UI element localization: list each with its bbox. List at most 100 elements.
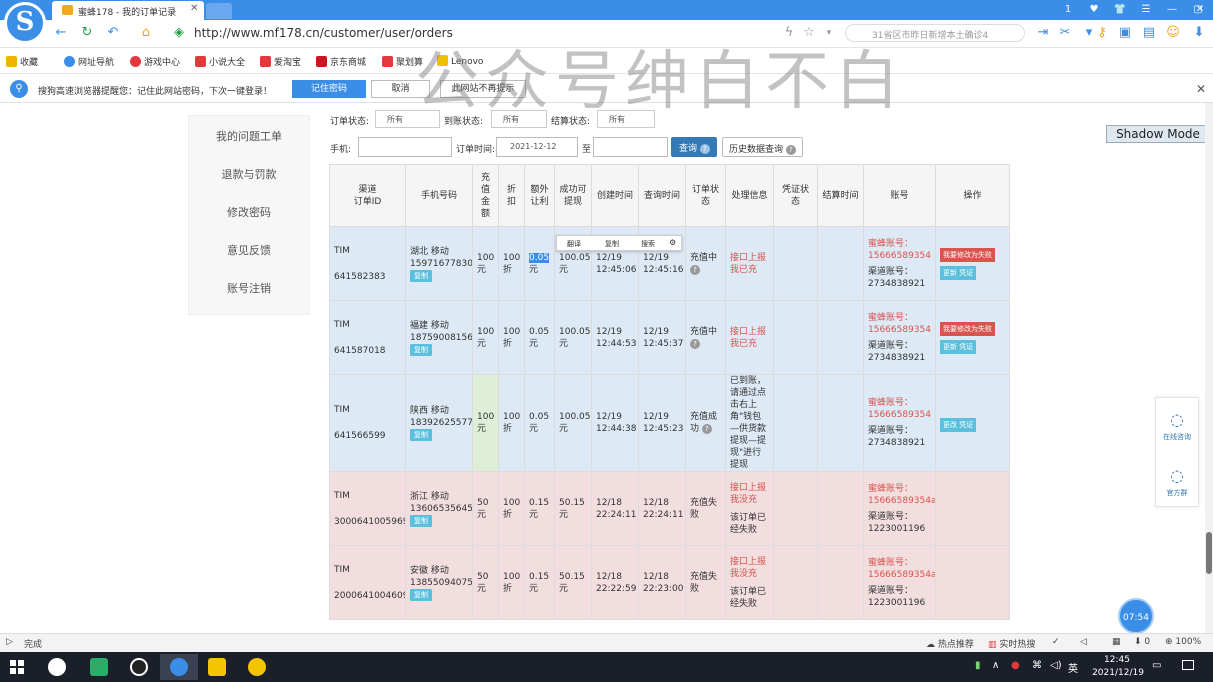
skin-icon[interactable]: 👕 [1107,0,1133,20]
query-button[interactable]: 查询 ? [671,137,717,157]
login-icon[interactable]: ⇥ [1034,24,1052,42]
translate-button[interactable]: 翻译 [567,239,581,249]
column-header: 订单状态 [685,164,726,227]
search-button[interactable]: 搜索 [641,239,655,249]
settle-cell [817,374,864,472]
region: 浙江 移动 [410,491,449,502]
taskbar-app-assistant[interactable] [38,654,76,680]
online-consult-link[interactable]: 在线咨询 [1155,432,1199,442]
history-query-button[interactable]: 历史数据查询 ? [722,137,803,157]
taskbar-app-sogou-browser[interactable] [160,654,198,680]
taskbar-time[interactable]: 12:45 [1097,655,1137,665]
voucher-cell [773,300,818,375]
copy-button[interactable]: 复制 [410,514,432,527]
windows-start-icon[interactable] [10,660,24,674]
tab-close-icon[interactable]: ✕ [190,3,198,14]
refresh-icon[interactable]: ↻ [78,24,96,42]
bookmark-jd[interactable]: 京东商城 [316,55,366,68]
channel-cell: TIM 641566599 [329,374,406,472]
hot-recommend-link[interactable]: ☁ 热点推荐 [926,637,974,650]
zoom-level[interactable]: ⊕ 100% [1165,637,1201,647]
time-from-input[interactable]: 2021-12-12 [496,137,578,157]
mark-failed-button[interactable]: 我要修改为失败 [940,247,995,262]
copy-button[interactable]: 复制 [410,429,432,441]
bookmark-nav[interactable]: 网址导航 [64,55,114,68]
menu-icon[interactable]: ☰ [1133,0,1159,20]
extension-icon[interactable]: ▣ [1116,24,1134,42]
show-desktop-icon[interactable] [1182,660,1194,670]
tab-active[interactable]: 蜜蜂178 - 我的订单记录 [52,1,204,20]
sound-icon[interactable]: ◁ [1080,637,1087,647]
new-tab-button[interactable] [206,3,232,19]
download-icon[interactable]: ⬇ [1190,24,1208,42]
globe-icon [64,56,75,67]
help-icon[interactable]: ? [690,264,700,275]
queried-cell: 12/18 22:24:11 [638,471,686,546]
key-icon[interactable]: ⚷ [1093,24,1111,42]
copy-button[interactable]: 复制 [410,343,432,356]
taskbar-app-player[interactable] [238,654,276,680]
bookmark-games[interactable]: 游戏中心 [130,55,180,68]
update-voucher-button[interactable]: 更新 凭证 [940,265,977,280]
check-icon[interactable]: ✓ [1052,637,1060,647]
sidebar-item-password[interactable]: 修改密码 [188,204,310,220]
mark-failed-button[interactable]: 我要修改为失败 [940,321,995,336]
sidebar-item-cancel-account[interactable]: 账号注销 [188,280,310,296]
address-bar[interactable]: http://www.mf178.cn/customer/user/orders [194,26,453,40]
live-hot-link[interactable]: ▥ 实时热搜 [988,637,1035,650]
undo-icon[interactable]: ↶ [104,24,122,42]
close-icon[interactable]: ✕ [1196,82,1206,96]
bookmark-novels[interactable]: 小说大全 [195,55,245,68]
update-voucher-button[interactable]: 更改 凭证 [940,418,977,432]
chat-icon[interactable]: ◌ [1155,410,1199,429]
taskbar-app-wechat[interactable] [80,654,118,680]
sogou-logo-icon[interactable]: S [4,2,46,44]
help-icon[interactable]: ? [701,424,712,434]
sidebar-item-refund[interactable]: 退款与罚款 [188,166,310,182]
save-password-button[interactable]: 记住密码 [292,80,366,98]
clock-badge[interactable]: 07:54 [1118,598,1154,634]
gear-icon[interactable]: ⚙ [669,238,676,247]
update-voucher-button[interactable]: 更新 凭证 [940,339,977,354]
sidebar-item-feedback[interactable]: 意见反馈 [188,242,310,258]
back-icon[interactable]: ← [52,24,70,42]
bookmark-taobao[interactable]: 爱淘宝 [260,55,301,68]
created-cell: 12/18 22:22:59 [591,545,639,620]
official-group-link[interactable]: 官方群 [1155,488,1199,498]
phone-input[interactable] [358,137,452,157]
print-icon[interactable]: ▦ [1112,637,1121,647]
copy-button[interactable]: 复制 [410,588,432,601]
group-icon[interactable]: ◌ [1155,466,1199,485]
notification-icon[interactable]: ▭ [1152,660,1161,671]
taskbar-app-qq[interactable] [120,654,158,680]
copy-button[interactable]: 复制 [605,239,619,249]
cut-icon[interactable]: ✂ [1056,24,1074,42]
home-icon[interactable]: ⌂ [137,24,155,42]
network-icon[interactable]: ⌘ [1032,660,1042,671]
close-button[interactable]: ✕ [1187,0,1213,20]
volume-icon[interactable]: ◁) [1050,660,1062,671]
time-to-input[interactable] [593,137,668,157]
bookmark-favorites[interactable]: 收藏 [6,55,38,68]
download-count[interactable]: ⬇ 0 [1134,637,1150,647]
help-icon[interactable]: ? [690,338,700,349]
table-row: TIM 641587018 福建 移动 18759008156 复制 100元 100折 0.… [329,300,1010,375]
tray-app-icon[interactable]: ● [1011,660,1020,671]
heart-icon[interactable]: ♥ [1081,0,1107,20]
bee-account-label: 蜜蜂账号： [868,483,914,494]
smile-icon[interactable]: ☺ [1164,24,1182,42]
screenshot-icon[interactable]: ▤ [1140,24,1158,42]
sidebar-item-tickets[interactable]: 我的问题工单 [188,128,310,144]
minimize-button[interactable]: — [1159,0,1185,20]
shadow-mode-badge[interactable]: Shadow Mode [1106,125,1210,143]
ime-indicator[interactable]: 英 [1068,660,1078,675]
play-icon[interactable]: ▷ [6,637,13,647]
badge-icon[interactable]: 1 [1055,0,1081,20]
copy-button[interactable]: 复制 [410,269,432,282]
scrollbar-thumb[interactable] [1206,532,1212,574]
taskbar-app-yellow[interactable] [198,654,236,680]
created-cell: 12/18 22:24:11 [591,471,639,546]
taskbar-date[interactable]: 2021/12/19 [1083,668,1153,678]
battery-icon[interactable]: ▮ [975,660,981,671]
chevron-up-icon[interactable]: ∧ [992,660,999,671]
